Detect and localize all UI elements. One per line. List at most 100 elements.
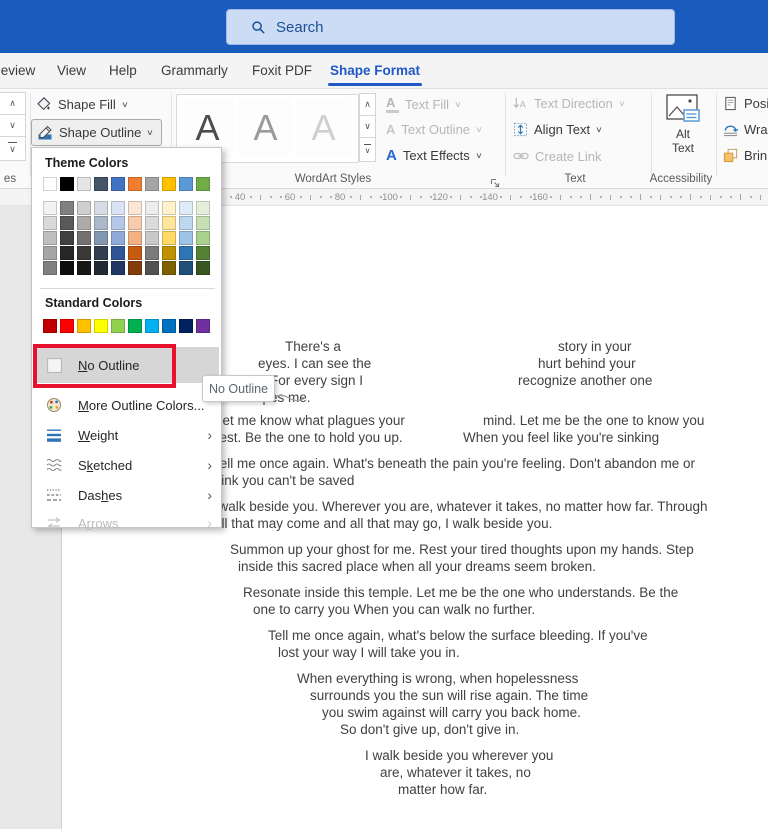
menu-item-sketched[interactable]: Sketched › — [35, 451, 220, 479]
text-outline-button[interactable]: A Text Outline ∨ — [386, 122, 483, 137]
theme-variant-swatch[interactable] — [111, 246, 125, 260]
theme-color-swatch[interactable] — [179, 177, 193, 191]
theme-variant-swatch[interactable] — [196, 231, 210, 245]
search-box[interactable]: Search — [226, 9, 675, 45]
theme-variant-swatch[interactable] — [145, 231, 159, 245]
standard-color-swatch[interactable] — [77, 319, 91, 333]
standard-color-swatch[interactable] — [60, 319, 74, 333]
theme-variant-swatch[interactable] — [43, 216, 57, 230]
theme-variant-swatch[interactable] — [179, 231, 193, 245]
standard-color-swatch[interactable] — [179, 319, 193, 333]
theme-variant-swatch[interactable] — [94, 201, 108, 215]
theme-variant-swatch[interactable] — [162, 261, 176, 275]
standard-color-swatch[interactable] — [94, 319, 108, 333]
theme-variant-swatch[interactable] — [60, 216, 74, 230]
standard-color-swatch[interactable] — [128, 319, 142, 333]
theme-variant-swatch[interactable] — [145, 216, 159, 230]
standard-color-swatch[interactable] — [196, 319, 210, 333]
theme-variant-swatch[interactable] — [196, 246, 210, 260]
menu-item-more-outline-colors[interactable]: More Outline Colors... — [35, 391, 220, 419]
theme-variant-swatch[interactable] — [60, 201, 74, 215]
theme-variant-swatch[interactable] — [196, 216, 210, 230]
theme-variant-swatch[interactable] — [77, 231, 91, 245]
theme-variant-swatch[interactable] — [77, 246, 91, 260]
gallery-up-button[interactable]: ∧ — [0, 92, 26, 115]
shape-outline-button[interactable]: Shape Outline ∨ — [31, 119, 163, 146]
theme-variant-swatch[interactable] — [128, 261, 142, 275]
theme-variant-swatch[interactable] — [196, 261, 210, 275]
theme-color-swatch[interactable] — [128, 177, 142, 191]
theme-variant-swatch[interactable] — [179, 261, 193, 275]
tab-review[interactable]: Review — [0, 53, 35, 88]
text-direction-button[interactable]: A Text Direction ∨ — [513, 96, 625, 111]
theme-color-swatch[interactable] — [77, 177, 91, 191]
theme-variant-swatch[interactable] — [43, 246, 57, 260]
theme-variant-swatch[interactable] — [77, 261, 91, 275]
menu-item-weight[interactable]: Weight › — [35, 421, 220, 449]
shape-fill-button[interactable]: Shape Fill ∨ — [36, 96, 129, 112]
menu-item-arrows[interactable]: Arrows › — [35, 509, 220, 537]
theme-variant-swatch[interactable] — [111, 201, 125, 215]
theme-variant-swatch[interactable] — [111, 261, 125, 275]
gallery-more-button[interactable]: ∨ — [0, 136, 26, 161]
bring-forward-button[interactable]: Brin — [723, 148, 767, 163]
tab-view[interactable]: View — [57, 53, 86, 88]
wordart-style-option-2[interactable]: A — [238, 98, 293, 157]
theme-color-swatch[interactable] — [43, 177, 57, 191]
theme-variant-swatch[interactable] — [94, 246, 108, 260]
theme-color-swatch[interactable] — [145, 177, 159, 191]
tab-shape-format[interactable]: Shape Format — [327, 53, 423, 88]
theme-variant-swatch[interactable] — [179, 216, 193, 230]
theme-variant-swatch[interactable] — [128, 231, 142, 245]
theme-variant-swatch[interactable] — [162, 216, 176, 230]
text-fill-button[interactable]: A Text Fill ∨ — [386, 96, 462, 113]
create-link-button[interactable]: Create Link — [513, 148, 601, 164]
standard-color-swatch[interactable] — [162, 319, 176, 333]
theme-variant-swatch[interactable] — [77, 201, 91, 215]
alt-text-button[interactable]: Alt Text — [655, 93, 711, 163]
gallery-up-button[interactable]: ∧ — [359, 93, 376, 116]
wordart-style-option-3[interactable]: A — [296, 98, 351, 157]
align-text-button[interactable]: Align Text ∨ — [513, 122, 603, 137]
standard-color-swatch[interactable] — [111, 319, 125, 333]
text-effects-button[interactable]: A Text Effects ∨ — [386, 148, 483, 163]
tab-grammarly[interactable]: Grammarly — [161, 53, 228, 88]
theme-variant-swatch[interactable] — [128, 216, 142, 230]
theme-variant-swatch[interactable] — [43, 201, 57, 215]
theme-variant-swatch[interactable] — [196, 201, 210, 215]
theme-variant-swatch[interactable] — [111, 216, 125, 230]
theme-variant-swatch[interactable] — [43, 231, 57, 245]
theme-variant-swatch[interactable] — [94, 261, 108, 275]
theme-color-swatch[interactable] — [111, 177, 125, 191]
standard-color-swatch[interactable] — [145, 319, 159, 333]
standard-color-swatch[interactable] — [43, 319, 57, 333]
theme-color-swatch[interactable] — [60, 177, 74, 191]
gallery-down-button[interactable]: ∨ — [0, 114, 26, 137]
wrap-text-button[interactable]: Wra — [723, 122, 768, 137]
gallery-down-button[interactable]: ∨ — [359, 115, 376, 138]
position-button[interactable]: Posi — [723, 96, 768, 111]
theme-variant-swatch[interactable] — [145, 246, 159, 260]
theme-variant-swatch[interactable] — [128, 246, 142, 260]
theme-variant-swatch[interactable] — [162, 201, 176, 215]
gallery-more-button[interactable]: ∨ — [359, 137, 376, 162]
theme-variant-swatch[interactable] — [162, 231, 176, 245]
tab-help[interactable]: Help — [109, 53, 137, 88]
theme-variant-swatch[interactable] — [60, 231, 74, 245]
theme-variant-swatch[interactable] — [60, 261, 74, 275]
theme-variant-swatch[interactable] — [60, 246, 74, 260]
theme-variant-swatch[interactable] — [128, 201, 142, 215]
theme-variant-swatch[interactable] — [162, 246, 176, 260]
theme-variant-swatch[interactable] — [94, 231, 108, 245]
menu-item-dashes[interactable]: Dashes › — [35, 481, 220, 509]
theme-color-swatch[interactable] — [162, 177, 176, 191]
theme-color-swatch[interactable] — [94, 177, 108, 191]
theme-variant-swatch[interactable] — [179, 201, 193, 215]
theme-variant-swatch[interactable] — [94, 216, 108, 230]
theme-variant-swatch[interactable] — [77, 216, 91, 230]
theme-variant-swatch[interactable] — [111, 231, 125, 245]
theme-color-swatch[interactable] — [196, 177, 210, 191]
theme-variant-swatch[interactable] — [43, 261, 57, 275]
theme-variant-swatch[interactable] — [145, 261, 159, 275]
theme-variant-swatch[interactable] — [145, 201, 159, 215]
